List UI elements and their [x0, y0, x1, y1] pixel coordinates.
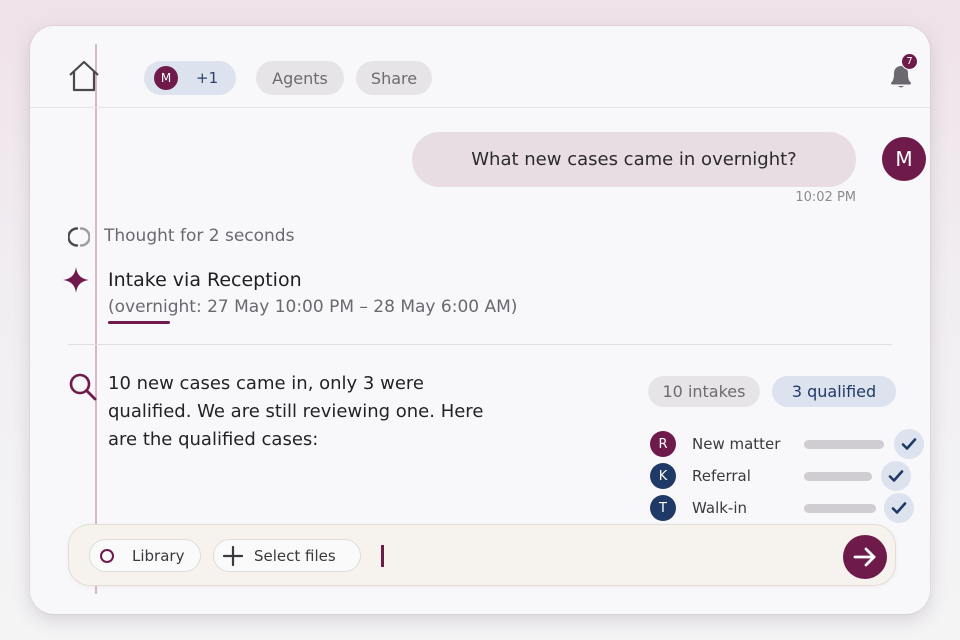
intake-title: Intake via Reception — [108, 269, 302, 291]
notification-badge: 7 — [901, 53, 918, 70]
list-item[interactable]: K Referral — [648, 461, 928, 491]
share-button[interactable]: Share — [356, 61, 432, 95]
library-label: Library — [132, 546, 185, 565]
avatar: T — [650, 495, 676, 521]
text-cursor[interactable] — [381, 545, 384, 567]
library-button[interactable]: Library — [89, 539, 201, 572]
select-files-label: Select files — [254, 546, 336, 565]
user-avatar: M — [882, 137, 926, 181]
select-files-button[interactable]: Select files — [213, 539, 361, 572]
plus-icon — [222, 545, 244, 566]
check-icon[interactable] — [884, 493, 914, 523]
answer-text: 10 new cases came in, only 3 were qualif… — [108, 373, 484, 450]
extra-users-count: +1 — [196, 69, 219, 87]
case-label: Walk-in — [692, 499, 748, 517]
list-item[interactable]: T Walk-in — [648, 493, 928, 523]
placeholder-bar — [804, 440, 884, 449]
placeholder-bar — [804, 472, 872, 481]
highlight-underline — [108, 321, 170, 324]
search-icon — [69, 373, 97, 401]
library-icon — [100, 548, 114, 563]
spinner-icon — [68, 227, 90, 247]
intakes-chip[interactable]: 10 intakes — [648, 376, 760, 407]
user-message: What new cases came in overnight? — [412, 132, 856, 187]
timeline-line — [95, 44, 97, 594]
case-label: Referral — [692, 467, 751, 485]
agents-button[interactable]: Agents — [256, 61, 344, 95]
arrow-right-icon — [853, 547, 876, 567]
avatar: R — [650, 431, 676, 457]
intake-period: (overnight: 27 May 10:00 PM – 28 May 6:0… — [108, 297, 518, 317]
check-icon[interactable] — [881, 461, 911, 491]
placeholder-bar — [804, 504, 876, 513]
avatar: K — [650, 463, 676, 489]
list-item[interactable]: R New matter — [648, 429, 928, 459]
send-button[interactable] — [843, 535, 887, 579]
header: M +1 Agents Share 7 — [30, 26, 930, 108]
sparkle-icon — [63, 267, 89, 293]
participants-pill[interactable]: M +1 — [144, 61, 236, 95]
divider — [68, 344, 892, 345]
composer[interactable]: Library Select files — [68, 524, 896, 586]
message-timestamp: 10:02 PM — [795, 190, 856, 205]
check-icon[interactable] — [894, 429, 924, 459]
qualified-chip[interactable]: 3 qualified — [772, 376, 896, 407]
thought-status[interactable]: Thought for 2 seconds — [104, 226, 294, 246]
chat-window: M +1 Agents Share 7 What new cases came … — [30, 26, 930, 614]
avatar: M — [154, 66, 178, 90]
case-label: New matter — [692, 435, 781, 453]
home-icon[interactable] — [66, 58, 102, 94]
